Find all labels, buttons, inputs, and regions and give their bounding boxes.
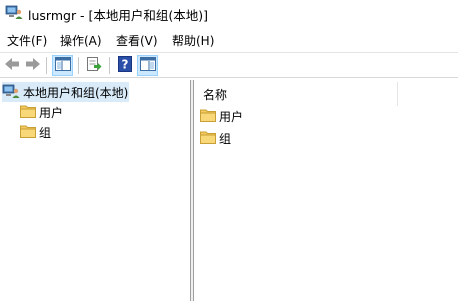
tree-item-users[interactable]: 用户 <box>20 102 63 122</box>
toolbar: ? <box>0 52 458 78</box>
toolbar-separator <box>78 57 79 74</box>
forward-button[interactable] <box>22 55 43 76</box>
menu-bar: 文件(F) 操作(A) 查看(V) 帮助(H) <box>0 29 458 51</box>
show-hide-action-pane-icon <box>139 57 156 74</box>
list-item-label: 组 <box>219 131 232 146</box>
list-header: 名称 <box>195 82 458 106</box>
show-hide-tree-button[interactable] <box>52 55 73 76</box>
column-header-name[interactable]: 名称 <box>195 82 398 106</box>
show-hide-tree-icon <box>54 57 71 74</box>
toolbar-separator <box>109 57 110 74</box>
tree-item-label: 用户 <box>39 105 64 120</box>
list-item-label: 用户 <box>219 109 244 124</box>
folder-icon <box>20 124 36 141</box>
tree-root-item[interactable]: 本地用户和组(本地) <box>2 82 129 102</box>
export-list-button[interactable] <box>83 55 104 76</box>
show-hide-action-pane-button[interactable] <box>137 55 158 76</box>
folder-icon <box>200 130 216 147</box>
menu-file[interactable]: 文件(F) <box>6 31 48 50</box>
back-arrow-icon <box>3 56 21 75</box>
list-item[interactable]: 组 <box>200 128 231 148</box>
folder-icon <box>20 104 36 121</box>
computer-users-icon <box>5 4 23 20</box>
menu-help[interactable]: 帮助(H) <box>171 31 215 50</box>
window-title: lusrmgr - [本地用户和组(本地)] <box>28 8 209 23</box>
folder-icon <box>200 108 216 125</box>
svg-text:?: ? <box>121 58 128 72</box>
column-header-label: 名称 <box>203 87 228 102</box>
tree-item-label: 组 <box>39 125 52 140</box>
help-icon: ? <box>117 56 132 75</box>
list-item[interactable]: 用户 <box>200 106 243 126</box>
pane-splitter[interactable] <box>191 80 194 301</box>
menu-view[interactable]: 查看(V) <box>115 31 159 50</box>
tree-pane: 本地用户和组(本地) 用户 组 <box>0 80 191 301</box>
tree-root-label: 本地用户和组(本地) <box>23 85 129 100</box>
menu-action[interactable]: 操作(A) <box>59 31 103 50</box>
export-list-icon <box>86 56 102 75</box>
help-button[interactable]: ? <box>114 55 135 76</box>
back-button[interactable] <box>1 55 22 76</box>
title-bar: lusrmgr - [本地用户和组(本地)] <box>0 0 458 27</box>
toolbar-separator <box>46 57 47 74</box>
local-users-groups-icon <box>2 83 20 102</box>
tree-item-groups[interactable]: 组 <box>20 122 51 142</box>
list-pane: 名称 用户 组 <box>195 80 458 301</box>
forward-arrow-icon <box>24 56 42 75</box>
